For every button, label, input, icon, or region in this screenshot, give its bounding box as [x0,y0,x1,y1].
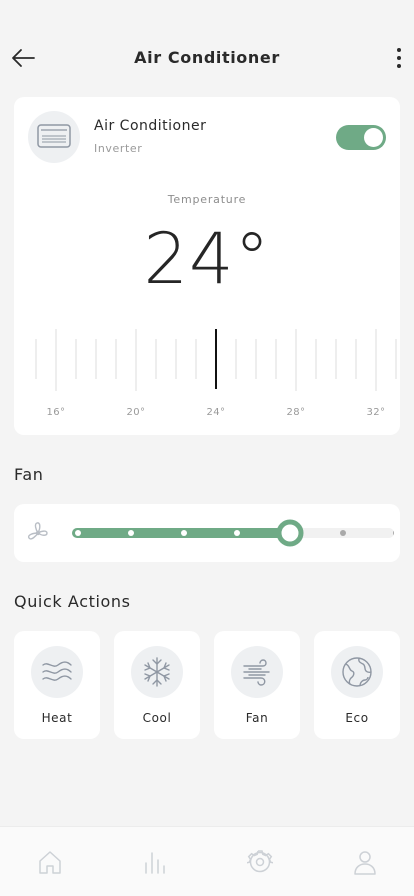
quick-action-label: Fan [245,711,269,725]
device-name: Air Conditioner [94,118,207,134]
quick-action-icon-badge [231,646,283,698]
dial-tick-label: 16° [46,407,66,418]
app-header: Air Conditioner [0,36,414,80]
temperature-dial[interactable] [34,327,414,397]
fan-card [14,504,400,562]
slider-step-dot [340,530,346,536]
quick-action-icon-badge [131,646,183,698]
dial-tick-label: 24° [206,407,226,418]
fan-speed-slider[interactable] [58,518,394,548]
bottom-navigation [0,826,414,896]
device-subtitle: Inverter [94,142,143,155]
wind-icon [243,659,270,686]
slider-step-dot [181,530,187,536]
slider-knob[interactable] [276,519,304,547]
nav-stats[interactable] [142,849,168,875]
quick-action-heat[interactable]: Heat [14,631,100,739]
temperature-label: Temperature [167,193,247,206]
snowflake-icon [144,657,170,687]
power-toggle[interactable] [336,125,386,150]
fan-icon [27,522,48,540]
air-conditioner-icon [37,124,71,148]
more-options-button[interactable] [394,46,404,72]
quick-action-cool[interactable]: Cool [114,631,200,739]
quick-action-fan[interactable]: Fan [214,631,300,739]
temperature-value: 24° [143,218,271,300]
quick-action-icon-badge [331,646,383,698]
quick-action-label: Eco [345,711,369,725]
toggle-knob [364,128,383,147]
more-vertical-icon [397,48,401,68]
quick-action-icon-badge [31,646,83,698]
slider-step-dot [128,530,134,536]
quick-actions-row: Heat Cool Fan Eco [14,631,400,739]
globe-leaf-icon [342,657,372,687]
nav-profile[interactable] [352,849,378,875]
heat-waves-icon [42,661,72,681]
air-conditioner-card: Air Conditioner Inverter Temperature 24°… [14,97,400,435]
dial-tick-label: 32° [366,407,386,418]
nav-settings[interactable] [245,849,275,875]
slider-step-dot [234,530,240,536]
quick-actions-title: Quick Actions [14,592,131,611]
nav-home[interactable] [37,849,63,875]
quick-action-label: Cool [142,711,172,725]
device-icon-badge [28,111,80,163]
quick-action-label: Heat [41,711,73,725]
home-icon [39,851,61,874]
quick-action-eco[interactable]: Eco [314,631,400,739]
profile-icon [354,851,376,875]
fan-section-title: Fan [14,465,44,484]
temperature-tick-labels: 16° 20° 24° 28° 32° [14,407,400,423]
dial-tick-label: 28° [286,407,306,418]
page-title: Air Conditioner [134,48,280,67]
dial-tick-label: 20° [126,407,146,418]
slider-step-dot [75,530,81,536]
stats-icon [145,852,165,874]
settings-icon [245,850,275,873]
